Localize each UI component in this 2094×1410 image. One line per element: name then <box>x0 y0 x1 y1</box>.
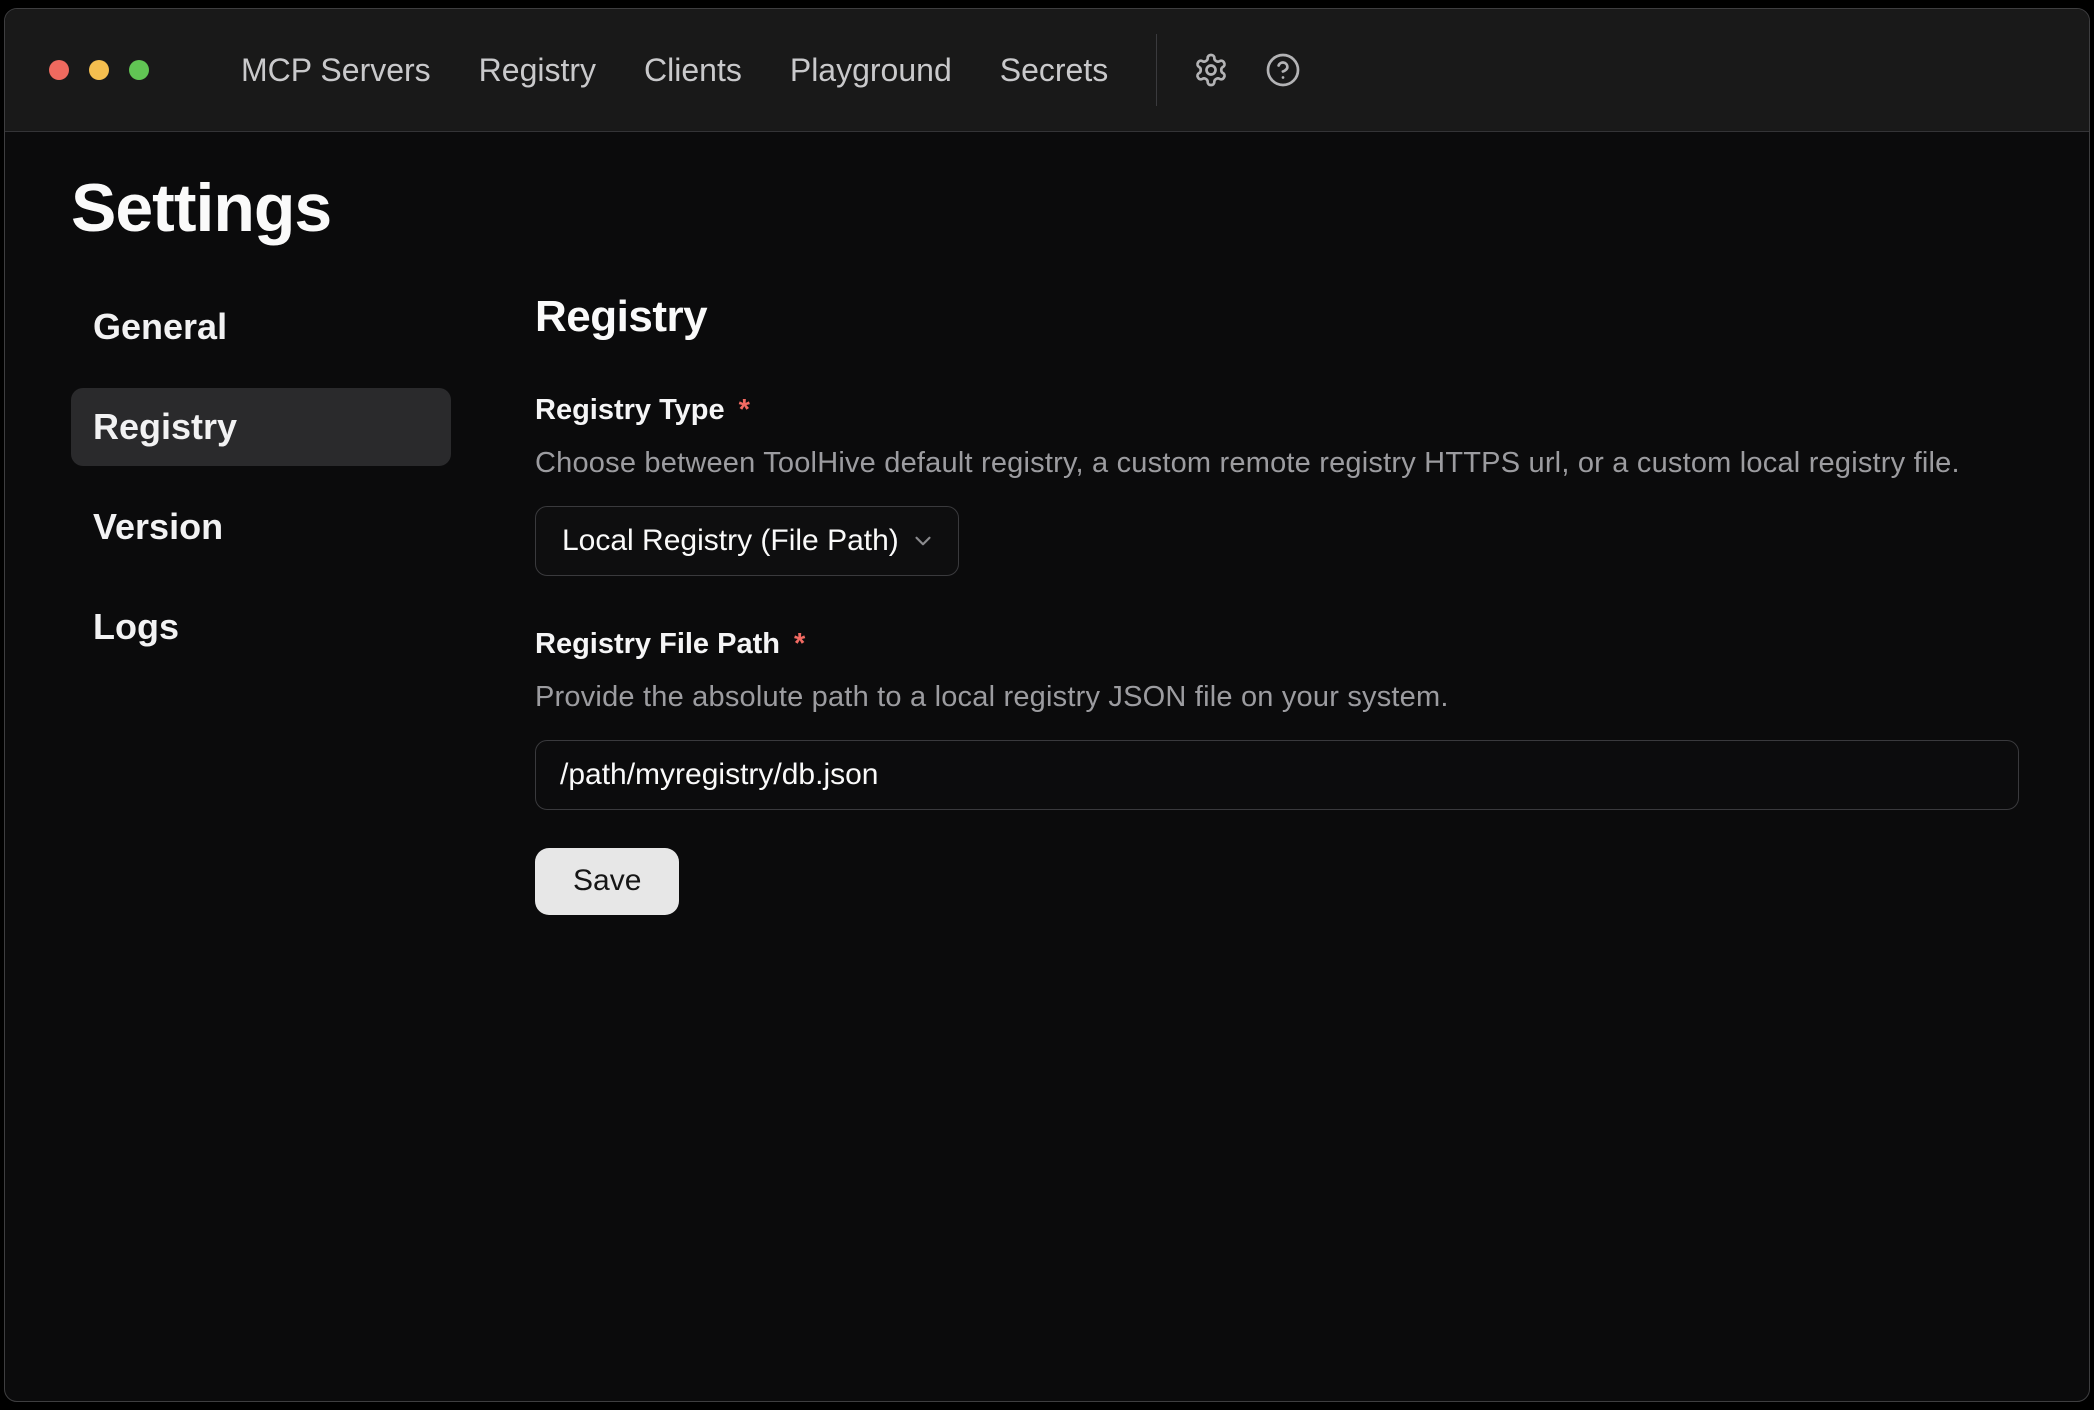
top-navigation: MCP Servers Registry Clients Playground … <box>241 52 1108 89</box>
titlebar-divider <box>1156 34 1157 106</box>
help-circle-icon[interactable] <box>1265 52 1301 88</box>
sidebar-item-version[interactable]: Version <box>71 488 451 566</box>
settings-sidebar: General Registry Version Logs <box>71 288 451 688</box>
sidebar-item-logs[interactable]: Logs <box>71 588 451 666</box>
section-heading: Registry <box>535 292 2019 342</box>
registry-type-select[interactable]: Local Registry (File Path) <box>535 506 959 576</box>
registry-type-label: Registry Type <box>535 394 725 427</box>
app-window: MCP Servers Registry Clients Playground … <box>4 8 2090 1402</box>
nav-clients[interactable]: Clients <box>644 52 742 89</box>
registry-type-selected-value: Local Registry (File Path) <box>562 524 899 558</box>
zoom-window-button[interactable] <box>129 60 149 80</box>
required-asterisk: * <box>739 394 750 427</box>
settings-page: Settings General Registry Version Logs R… <box>5 132 2089 915</box>
sidebar-item-general[interactable]: General <box>71 288 451 366</box>
file-path-label: Registry File Path <box>535 628 780 661</box>
gear-icon[interactable] <box>1193 52 1229 88</box>
registry-settings-panel: Registry Registry Type * Choose between … <box>535 288 2019 915</box>
sidebar-item-registry[interactable]: Registry <box>71 388 451 466</box>
nav-mcp-servers[interactable]: MCP Servers <box>241 52 431 89</box>
file-path-label-row: Registry File Path * <box>535 628 2019 661</box>
title-bar: MCP Servers Registry Clients Playground … <box>5 9 2089 132</box>
required-asterisk: * <box>794 628 805 661</box>
registry-type-description: Choose between ToolHive default registry… <box>535 447 2019 480</box>
nav-secrets[interactable]: Secrets <box>1000 52 1108 89</box>
file-path-input[interactable] <box>535 740 2019 810</box>
close-window-button[interactable] <box>49 60 69 80</box>
nav-playground[interactable]: Playground <box>790 52 952 89</box>
page-title: Settings <box>71 168 2019 250</box>
registry-type-label-row: Registry Type * <box>535 394 2019 427</box>
file-path-description: Provide the absolute path to a local reg… <box>535 681 2019 714</box>
nav-registry[interactable]: Registry <box>479 52 596 89</box>
save-button[interactable]: Save <box>535 848 679 915</box>
minimize-window-button[interactable] <box>89 60 109 80</box>
chevron-down-icon <box>910 528 936 554</box>
window-controls <box>49 60 149 80</box>
